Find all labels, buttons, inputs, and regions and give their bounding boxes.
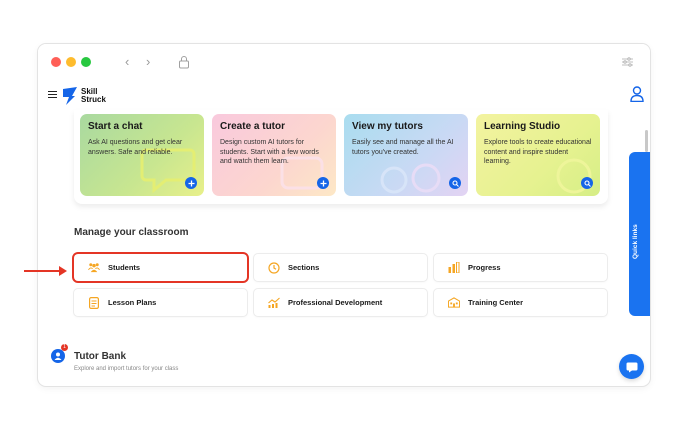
building-icon bbox=[448, 297, 460, 309]
card-description: Design custom AI tutors for students. St… bbox=[220, 139, 319, 165]
forward-arrow-icon[interactable]: › bbox=[146, 55, 150, 69]
maximize-window-button[interactable] bbox=[81, 57, 91, 67]
card-title: View my tutors bbox=[352, 121, 423, 132]
lesson-plans-tile[interactable]: Lesson Plans bbox=[74, 289, 247, 316]
bar-chart-icon bbox=[448, 262, 460, 274]
minimize-window-button[interactable] bbox=[66, 57, 76, 67]
logo-text[interactable]: Skill Struck bbox=[81, 88, 121, 104]
browser-window: ‹ › Skill Struck Start a chat Ask AI que… bbox=[38, 44, 650, 386]
sections-tile[interactable]: Sections bbox=[254, 254, 427, 281]
lock-icon bbox=[179, 56, 189, 69]
create-tutor-card[interactable]: Create a tutor Design custom AI tutors f… bbox=[212, 114, 336, 196]
document-icon bbox=[88, 296, 100, 309]
chat-bubble-icon bbox=[626, 362, 637, 372]
students-tile[interactable]: Students bbox=[74, 254, 247, 281]
view-tutors-card[interactable]: View my tutors Easily see and manage all… bbox=[344, 114, 468, 196]
card-title: Create a tutor bbox=[220, 121, 286, 132]
plus-icon[interactable] bbox=[185, 177, 197, 189]
tutor-bank-description: Explore and import tutors for your class bbox=[74, 366, 179, 372]
page-scrollbar[interactable] bbox=[645, 130, 648, 152]
tile-label: Lesson Plans bbox=[108, 298, 157, 307]
tile-label: Students bbox=[108, 263, 141, 272]
close-window-button[interactable] bbox=[51, 57, 61, 67]
quick-links-label: Quick links bbox=[632, 224, 639, 260]
app-header: Skill Struck bbox=[38, 80, 650, 110]
quick-links-tab[interactable]: Quick links bbox=[629, 152, 650, 316]
tile-label: Sections bbox=[288, 263, 320, 272]
card-description: Explore tools to create educational cont… bbox=[484, 139, 592, 165]
notification-badge: 1 bbox=[61, 344, 68, 351]
search-icon[interactable] bbox=[581, 177, 593, 189]
tile-label: Professional Development bbox=[288, 298, 383, 307]
chat-support-button[interactable] bbox=[619, 354, 644, 379]
people-decor-icon bbox=[380, 163, 441, 194]
annotation-arrow bbox=[24, 266, 68, 276]
skill-struck-logo-icon[interactable] bbox=[62, 87, 78, 105]
user-profile-icon[interactable] bbox=[630, 86, 644, 102]
card-description: Ask AI questions and get clear answers. … bbox=[88, 139, 183, 156]
settings-sliders-icon[interactable] bbox=[622, 57, 633, 67]
manage-classroom-heading: Manage your classroom bbox=[74, 227, 189, 238]
plus-icon[interactable] bbox=[317, 177, 329, 189]
training-center-tile[interactable]: Training Center bbox=[434, 289, 607, 316]
title-bar: ‹ › bbox=[38, 44, 650, 80]
card-title: Start a chat bbox=[88, 121, 143, 132]
clock-icon bbox=[268, 261, 280, 274]
tutor-bank-title: Tutor Bank bbox=[74, 351, 127, 362]
logo-line-2: Struck bbox=[81, 95, 106, 104]
search-icon[interactable] bbox=[449, 177, 461, 189]
progress-tile[interactable]: Progress bbox=[434, 254, 607, 281]
tile-label: Progress bbox=[468, 263, 501, 272]
professional-development-tile[interactable]: Professional Development bbox=[254, 289, 427, 316]
card-title: Learning Studio bbox=[484, 121, 561, 132]
growth-chart-icon bbox=[268, 297, 280, 309]
start-chat-card[interactable]: Start a chat Ask AI questions and get cl… bbox=[80, 114, 204, 196]
back-arrow-icon[interactable]: ‹ bbox=[125, 55, 129, 69]
menu-icon[interactable] bbox=[48, 91, 57, 98]
feature-cards-panel: Start a chat Ask AI questions and get cl… bbox=[74, 110, 608, 204]
learning-studio-card[interactable]: Learning Studio Explore tools to create … bbox=[476, 114, 600, 196]
tile-label: Training Center bbox=[468, 298, 524, 307]
students-icon bbox=[88, 262, 100, 274]
tutor-bank-icon[interactable] bbox=[51, 349, 65, 363]
card-description: Easily see and manage all the AI tutors … bbox=[352, 139, 454, 156]
